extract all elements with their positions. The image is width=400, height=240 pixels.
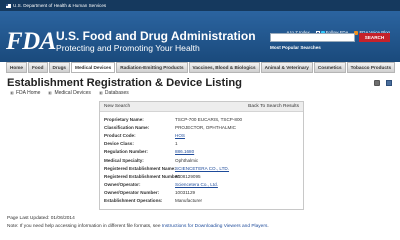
table-row: Proprietary Name: TSCP-700 EUCARIS, TSCP-… <box>100 115 303 123</box>
nav-home[interactable]: Home <box>6 62 28 73</box>
breadcrumb: FDA Home Medical Devices Databases <box>10 90 129 96</box>
field-label: Product Code: <box>104 132 136 138</box>
table-row: Registered Establishment Name: SCIENCETER… <box>100 164 303 172</box>
breadcrumb-item[interactable]: FDA Home <box>10 90 40 96</box>
agency-name[interactable]: U.S. Food and Drug Administration <box>56 30 256 42</box>
field-value: 10031129 <box>175 190 196 196</box>
field-label: Owner/Operator: <box>104 182 141 188</box>
field-value: TSCP-700 EUCARIS, TSCP-800 <box>175 116 243 122</box>
field-label: Proprietary Name: <box>104 116 144 122</box>
arrow-icon <box>10 91 14 95</box>
download-icon[interactable] <box>386 80 392 86</box>
nav-radiation-emitting[interactable]: Radiation-Emitting Products <box>116 62 188 73</box>
field-label: Medical Specialty: <box>104 157 144 163</box>
last-updated: Page Last Updated: 01/06/2014 <box>7 216 75 221</box>
breadcrumb-item[interactable]: Databases <box>98 90 129 96</box>
page-title: Establishment Registration & Device List… <box>7 77 242 89</box>
table-row: Registered Establishment Number: 30081290… <box>100 172 303 180</box>
field-value: PROJECTOR, OPHTHALMIC <box>175 124 236 130</box>
new-search-link[interactable]: New Search <box>104 104 130 109</box>
nav-drugs[interactable]: Drugs <box>48 62 71 73</box>
popular-searches-link[interactable]: Most Popular Searches <box>270 45 321 50</box>
field-label: Regulation Number: <box>104 149 148 155</box>
owner-operator-link[interactable]: Sciencetera Co., Ltd. <box>175 182 303 187</box>
nav-food[interactable]: Food <box>28 62 48 73</box>
hhs-link[interactable]: U.S. Department of Health & Human Servic… <box>13 3 106 8</box>
table-row: Owner/Operator Number: 10031129 <box>100 189 303 197</box>
page-tools <box>374 80 392 86</box>
agency-tagline: Protecting and Promoting Your Health <box>56 43 200 53</box>
regulation-number-link[interactable]: 886.1680 <box>175 149 303 154</box>
device-detail-panel: New Search Back To Search Results Propri… <box>99 101 304 210</box>
table-row: Owner/Operator: Sciencetera Co., Ltd. <box>100 181 303 189</box>
viewers-players-link[interactable]: Instructions for Downloading Viewers and… <box>162 224 268 229</box>
table-row: Regulation Number: 886.1680 <box>100 148 303 156</box>
nav-vaccines[interactable]: Vaccines, Blood & Biologics <box>188 62 260 73</box>
hhs-bar: U.S. Department of Health & Human Servic… <box>0 0 400 11</box>
field-label: Device Class: <box>104 141 134 147</box>
panel-header: New Search Back To Search Results <box>100 102 303 112</box>
search-input[interactable] <box>270 33 355 42</box>
field-label: Registered Establishment Name: <box>104 165 176 171</box>
main-nav: Home Food Drugs Medical Devices Radiatio… <box>6 62 396 73</box>
table-row: Device Class: 1 <box>100 140 303 148</box>
detail-table: Proprietary Name: TSCP-700 EUCARIS, TSCP-… <box>100 115 303 205</box>
print-icon[interactable] <box>374 80 380 86</box>
field-label: Establishment Operations: <box>104 198 163 204</box>
fda-logo[interactable]: FDA <box>6 29 56 54</box>
table-row: Establishment Operations: Manufacturer <box>100 197 303 205</box>
table-row: Classification Name: PROJECTOR, OPHTHALMI… <box>100 123 303 131</box>
nav-tobacco[interactable]: Tobacco Products <box>346 62 396 73</box>
field-value: Ophthalmic <box>175 157 199 163</box>
nav-animal-veterinary[interactable]: Animal & Veterinary <box>260 62 313 73</box>
blog-icon <box>354 30 359 35</box>
breadcrumb-item[interactable]: Medical Devices <box>48 90 91 96</box>
arrow-icon <box>48 91 53 95</box>
arrow-icon <box>98 91 103 95</box>
field-label: Classification Name: <box>104 124 150 130</box>
field-label: Owner/Operator Number: <box>104 190 160 196</box>
field-value: 3008129095 <box>175 173 201 179</box>
us-flag-icon <box>6 3 11 8</box>
field-label: Registered Establishment Number: <box>104 173 181 179</box>
table-row: Product Code: HOS <box>100 131 303 139</box>
nav-cosmetics[interactable]: Cosmetics <box>313 62 346 73</box>
search-button[interactable]: SEARCH <box>359 33 390 42</box>
back-to-results-link[interactable]: Back To Search Results <box>248 104 299 109</box>
establishment-name-link[interactable]: SCIENCETERA CO., LTD. <box>175 166 303 171</box>
nav-medical-devices[interactable]: Medical Devices <box>71 62 116 73</box>
table-row: Medical Specialty: Ophthalmic <box>100 156 303 164</box>
product-code-link[interactable]: HOS <box>175 133 303 138</box>
format-note: Note: If you need help accessing informa… <box>7 224 269 229</box>
field-value: Manufacturer <box>175 198 203 204</box>
field-value: 1 <box>175 141 178 147</box>
